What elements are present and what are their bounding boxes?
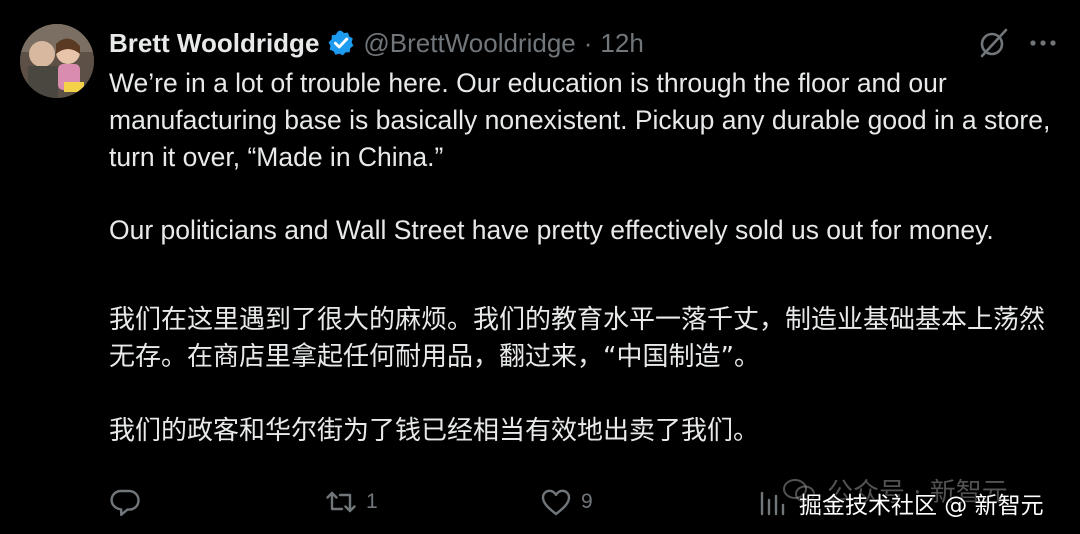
views-icon (756, 485, 790, 519)
avatar[interactable] (20, 24, 94, 98)
more-icon[interactable] (1026, 26, 1060, 60)
tweet-text-english: We’re in a lot of trouble here. Our educ… (109, 65, 1059, 249)
author-handle[interactable]: @BrettWooldridge (363, 28, 575, 59)
tweet-paragraph: We’re in a lot of trouble here. Our educ… (109, 68, 1051, 172)
tweet-header: Brett Wooldridge @BrettWooldridge · 12h (109, 26, 644, 60)
translation-paragraph: 我们在这里遇到了很大的麻烦。我们的教育水平一落千丈，制造业基础基本上荡然无存。在… (109, 305, 1046, 372)
repost-count: 1 (366, 490, 378, 513)
reply-button[interactable] (108, 480, 150, 524)
like-button[interactable]: 9 (539, 480, 593, 524)
timestamp[interactable]: 12h (600, 28, 643, 59)
header-separator: · (583, 27, 593, 58)
tweet[interactable]: Brett Wooldridge @BrettWooldridge · 12h … (0, 0, 1080, 534)
repost-icon (324, 485, 358, 519)
grok-icon[interactable] (976, 26, 1010, 60)
views-button[interactable] (756, 480, 798, 524)
tweet-actions: 1 9 (0, 480, 1080, 524)
translation-paragraph: 我们的政客和华尔街为了钱已经相当有效地出卖了我们。 (109, 416, 760, 446)
heart-icon (539, 485, 573, 519)
repost-button[interactable]: 1 (324, 480, 378, 524)
verified-badge-icon (327, 29, 355, 57)
like-count: 9 (581, 490, 593, 513)
reply-icon (108, 485, 142, 519)
tweet-text-translation: 我们在这里遇到了很大的麻烦。我们的教育水平一落千丈，制造业基础基本上荡然无存。在… (109, 302, 1059, 450)
tweet-paragraph: Our politicians and Wall Street have pre… (109, 215, 994, 246)
author-name[interactable]: Brett Wooldridge (109, 28, 319, 59)
